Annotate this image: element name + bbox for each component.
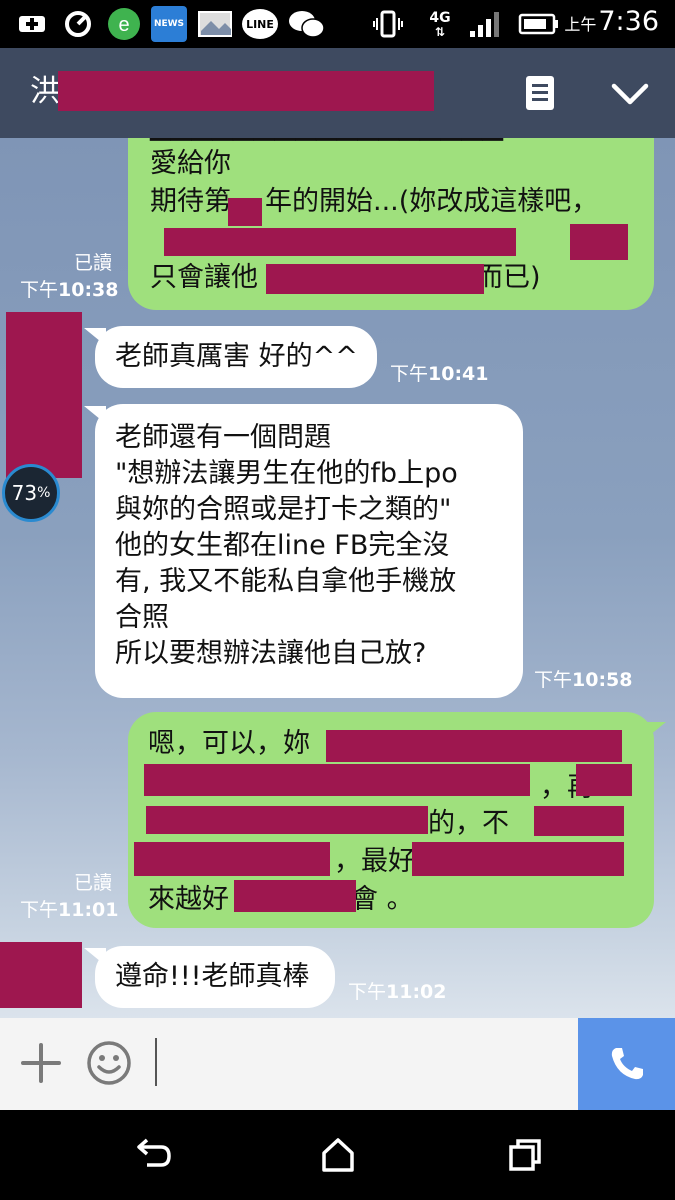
message-input-bar <box>0 1018 675 1110</box>
read-receipt: 已讀 <box>74 252 113 274</box>
sync-icon <box>60 6 96 42</box>
message-timestamp: 下午11:02 <box>348 981 447 1003</box>
battery-icon <box>516 6 562 42</box>
back-icon[interactable] <box>133 1135 173 1175</box>
redaction-block <box>146 806 428 834</box>
message-bubble-incoming[interactable]: 老師還有一個問題 "想辦法讓男生在他的fb上po 與妳的合照或是打卡之類的" 他… <box>95 404 523 698</box>
add-notification-icon <box>14 6 50 42</box>
message-timestamp: 下午11:01 <box>20 899 119 921</box>
message-timestamp: 下午10:41 <box>390 363 489 385</box>
redaction-block <box>326 730 622 762</box>
message-line: 愛給你 <box>150 148 231 179</box>
message-text: 老師真厲害 好的^^ <box>115 341 358 372</box>
redaction-block <box>266 264 484 294</box>
redaction-block <box>164 228 516 256</box>
chat-area[interactable]: ▇▇▇▇▇▇▇▇▇▇▇▇▇▇▇▇▇ 愛給你 期待第年的開始...(妳改成這樣吧，… <box>0 138 675 1018</box>
chat-title[interactable]: 洪 <box>30 70 60 114</box>
redaction-block <box>234 880 356 912</box>
message-bubble-outgoing[interactable]: ▇▇▇▇▇▇▇▇▇▇▇▇▇▇▇▇▇ 愛給你 期待第年的開始...(妳改成這樣吧，… <box>128 138 654 310</box>
line-app-icon: LINE <box>240 6 280 42</box>
call-button[interactable] <box>578 1018 675 1110</box>
svg-text:e: e <box>118 14 129 36</box>
text-input-cursor[interactable] <box>155 1038 157 1086</box>
browser-icon: e <box>104 6 144 42</box>
chat-header: 洪 <box>0 48 675 138</box>
clock: 上午 7:36 <box>564 6 659 42</box>
redacted-name <box>58 71 434 111</box>
redaction-block <box>576 764 632 796</box>
message-text: 遵命!!!老師真棒 <box>115 961 310 992</box>
plus-icon[interactable] <box>20 1042 62 1084</box>
recent-apps-icon[interactable] <box>505 1135 545 1175</box>
clock-time: 7:36 <box>598 6 659 37</box>
redaction-block <box>134 842 330 876</box>
redaction-block <box>412 842 624 876</box>
message-line: 他的女生都在line FB完全沒 <box>115 530 450 561</box>
message-line: 合照 <box>115 602 169 633</box>
message-line: ，最好 <box>334 846 415 877</box>
message-timestamp: 下午10:38 <box>20 279 119 301</box>
clock-ampm: 上午 <box>564 15 597 34</box>
status-bar: e NEWS LINE 4G ⇅ 上午 7:36 <box>0 0 675 48</box>
bubble-tail <box>644 722 666 740</box>
message-line: 所以要想辦法讓他自己放? <box>115 638 427 669</box>
signal-icon <box>466 6 506 42</box>
message-bubble-outgoing[interactable]: 嗯，可以，妳 ，再 的，不 ，最好 來越好會 。 <box>128 712 654 928</box>
line-chat-screen: e NEWS LINE 4G ⇅ 上午 7:36 洪 愛給你 期待第 年的開始.… <box>0 0 675 1200</box>
message-line: 有, 我又不能私自拿他手機放 <box>115 566 457 597</box>
message-line: ▇▇▇▇▇▇▇▇▇▇▇▇▇▇▇▇▇ <box>150 138 503 144</box>
android-nav-bar <box>0 1110 675 1200</box>
message-timestamp: 下午10:58 <box>534 669 633 691</box>
redaction-block <box>570 224 628 260</box>
news-label: NEWS <box>151 6 187 42</box>
message-line: 與妳的合照或是打卡之類的" <box>115 494 452 525</box>
line-label: LINE <box>242 9 278 39</box>
redacted-avatar <box>0 942 82 1008</box>
redaction-block <box>144 764 530 796</box>
bubble-tail <box>644 138 666 144</box>
read-receipt: 已讀 <box>74 872 113 894</box>
message-line: 的，不 <box>428 808 509 839</box>
message-line: 期待第 年的開始...(妳改成這樣吧， <box>150 186 599 217</box>
home-icon[interactable] <box>318 1135 358 1175</box>
message-line: 嗯，可以，妳 <box>148 728 310 759</box>
chevron-down-icon[interactable] <box>610 78 650 108</box>
message-bubble-incoming[interactable]: 老師真厲害 好的^^ <box>95 326 377 388</box>
image-icon <box>196 6 234 42</box>
message-line: "想辦法讓男生在他的fb上po <box>115 458 458 489</box>
wechat-icon <box>286 6 326 42</box>
redacted-avatar <box>6 312 82 478</box>
network-label: 4G <box>429 10 451 26</box>
notes-icon[interactable] <box>523 74 557 112</box>
phone-icon <box>611 1048 643 1080</box>
progress-badge: 73% <box>2 464 60 522</box>
message-bubble-incoming[interactable]: 遵命!!!老師真棒 <box>95 946 335 1008</box>
news-app-icon: NEWS <box>150 6 188 42</box>
redaction-block <box>534 806 624 836</box>
redaction-block <box>228 198 262 226</box>
vibrate-icon <box>370 6 406 42</box>
emoji-icon[interactable] <box>86 1040 132 1086</box>
message-line: 老師還有一個問題 <box>115 422 331 453</box>
network-4g-icon: 4G ⇅ <box>429 10 451 39</box>
